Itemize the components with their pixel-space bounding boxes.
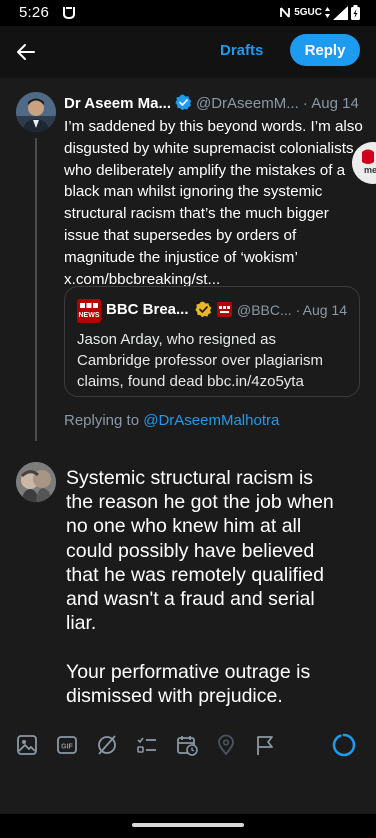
quoted-text-line: Jason Arday, who resigned as	[77, 331, 277, 348]
author-avatar[interactable]	[16, 92, 56, 132]
character-count-ring[interactable]	[331, 732, 357, 758]
navigation-bar	[0, 814, 376, 838]
notification-icon	[63, 7, 75, 19]
reply-compose-area: Dr Aseem Ma... @DrAseemM... · Aug 14 I’m…	[0, 78, 376, 814]
network-type: 5GUC	[294, 7, 322, 18]
character-count-progress	[332, 733, 356, 757]
battery-icon	[351, 5, 360, 20]
tweet-text: I’m saddened by this beyond words. I’m a…	[64, 116, 364, 290]
bbc-news-logo: NEWS	[77, 299, 101, 323]
quoted-author-name: BBC Brea...	[106, 301, 189, 318]
tweet-date: Aug 14	[311, 95, 359, 112]
quoted-author-handle: @BBC... ·	[237, 302, 301, 318]
status-indicators: 5GUC	[279, 5, 360, 20]
svg-text:NEWS: NEWS	[79, 312, 100, 319]
tweet-text-line: black man whilst ignoring the systemic	[64, 183, 323, 201]
author-handle: @DrAseemM...	[196, 95, 299, 112]
quoted-text: Jason Arday, who resigned as Cambridge p…	[77, 329, 349, 392]
quoted-text-line: Cambridge professor over plagiarism	[77, 352, 323, 369]
tweet-text-line: I’m saddened by this beyond words. I’m a…	[64, 118, 363, 135]
compose-line: that he was remotely qualified	[66, 563, 324, 586]
status-bar: 5:26 5GUC	[0, 0, 376, 26]
compose-line: the reason he got the job when	[66, 491, 334, 514]
author-name[interactable]: Dr Aseem Ma...	[64, 95, 171, 112]
poll-icon[interactable]	[136, 734, 158, 756]
replying-to: Replying to @DrAseemMalhotra	[64, 412, 280, 429]
compose-line: liar.	[66, 612, 97, 635]
screen: 5:26 5GUC Drafts Reply Dr Aseem Ma... @D…	[0, 0, 376, 838]
compose-line: and wasn't a fraud and serial	[66, 588, 315, 611]
compose-line: dismissed with prejudice.	[66, 684, 283, 707]
flag-icon[interactable]	[254, 734, 276, 756]
quoted-tweet[interactable]: NEWS BBC Brea... @BBC... · Aug 14 Jason …	[64, 286, 360, 397]
reply-text-input[interactable]: Systemic structural racism is the reason…	[66, 466, 366, 708]
svg-text:GIF: GIF	[61, 744, 73, 751]
compose-line: Systemic structural racism is	[66, 467, 314, 489]
tweet-text-line: who deliberately amplify the mistakes of…	[64, 161, 346, 179]
back-arrow-icon[interactable]	[14, 40, 38, 64]
gold-verified-badge-icon	[195, 301, 212, 318]
compose-line: could possibly have believed	[66, 539, 315, 562]
image-icon[interactable]	[16, 734, 38, 756]
drafts-button[interactable]: Drafts	[220, 42, 263, 59]
svg-text:me: me	[364, 165, 376, 175]
gesture-handle[interactable]	[132, 823, 244, 827]
tweet-header: Dr Aseem Ma... @DrAseemM... · Aug 14	[64, 94, 364, 114]
compose-line: no one who knew him at all	[66, 515, 302, 538]
schedule-icon[interactable]	[176, 734, 198, 756]
separator-dot: ·	[302, 95, 308, 112]
location-icon[interactable]	[215, 734, 237, 756]
affiliate-badge-icon	[217, 302, 232, 317]
signal-icon	[333, 5, 348, 20]
verified-badge-icon	[175, 94, 192, 111]
grok-icon[interactable]	[96, 734, 118, 756]
quoted-text-line: claims, found dead bbc.in/4zo5yta	[77, 373, 304, 390]
thread-connector	[35, 138, 37, 441]
user-avatar[interactable]	[16, 462, 56, 502]
tweet-text-line: magnitude the injustice of ‘wokism’	[64, 248, 298, 266]
replying-to-handle[interactable]: @DrAseemMalhotra	[143, 412, 279, 429]
status-time: 5:26	[19, 4, 49, 21]
tweet-text-line: structural racism that’s the much bigger	[64, 205, 329, 223]
compose-line	[66, 635, 366, 659]
compose-toolbar: GIF	[0, 728, 376, 762]
tweet-text-line: issue that supersedes by orders of	[64, 226, 297, 244]
compose-line: Your performative outrage is	[66, 660, 311, 683]
tweet-text-line: disgusted by white supremacist coloniali…	[64, 139, 354, 157]
nfc-icon	[280, 7, 291, 18]
quoted-date: Aug 14	[302, 302, 347, 318]
reply-button[interactable]: Reply	[290, 34, 360, 66]
gif-icon[interactable]: GIF	[56, 734, 78, 756]
compose-header: Drafts Reply	[0, 26, 376, 78]
data-arrows-icon	[325, 7, 330, 18]
